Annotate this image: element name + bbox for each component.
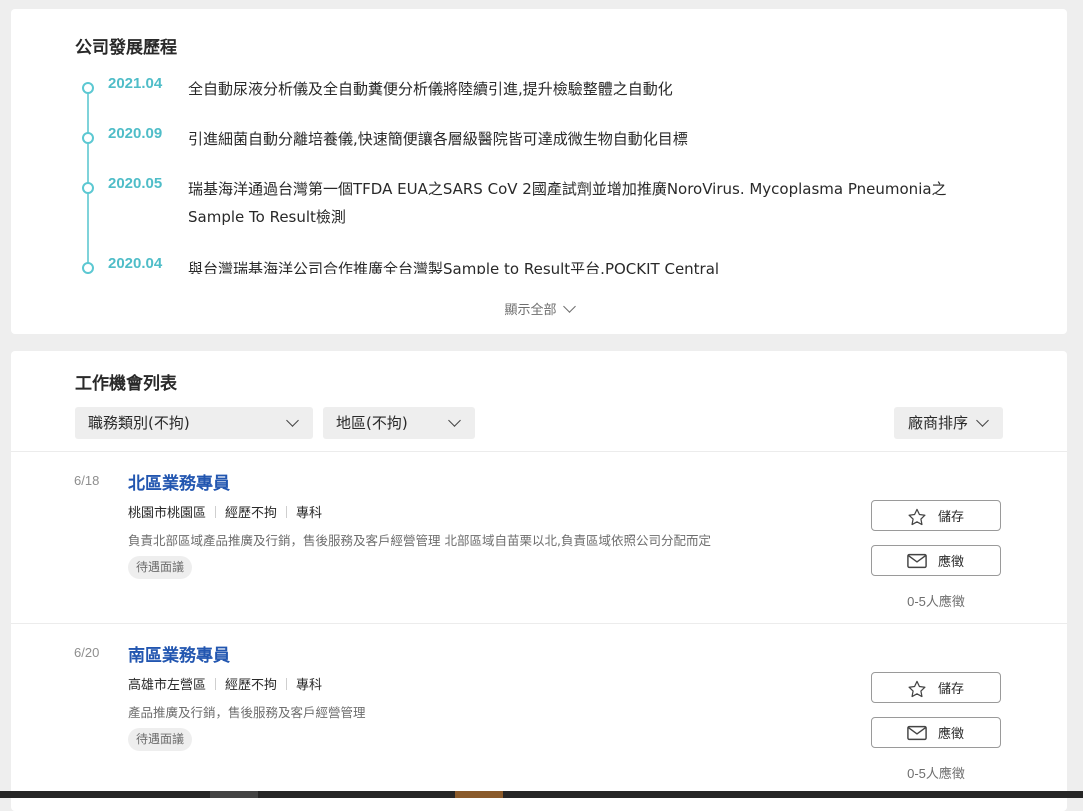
timeline: 2021.04 全自動尿液分析儀及全自動糞便分析儀將陸續引進,提升檢驗整體之自動… [71,73,1031,274]
timeline-dot-icon [82,82,94,94]
job-item: 6/18 北區業務專員 桃園市桃園區 經歷不拘 專科 負責北部區域產品推廣及行銷… [11,452,1067,622]
mail-icon [907,553,927,569]
job-item: 6/20 南區業務專員 高雄市左營區 經歷不拘 專科 產品推廣及行銷，售後服務及… [11,624,1067,794]
meta-separator [215,505,217,518]
bottom-bar-segment [210,791,258,798]
area-filter[interactable]: 地區(不拘) [323,407,475,439]
meta-separator [215,677,217,690]
save-job-button[interactable]: 儲存 [871,500,1001,531]
job-description: 負責北部區域產品推廣及行銷，售後服務及客戶經營管理 北部區域自苗栗以北,負責區域… [128,533,711,548]
job-category-filter[interactable]: 職務類別(不拘) [75,407,313,439]
chevron-down-icon [448,414,461,427]
bottom-bar [0,791,1083,798]
apply-job-label: 應徵 [937,555,964,570]
section-title-jobs: 工作機會列表 [75,374,177,394]
sort-dropdown-label: 廠商排序 [908,414,969,432]
job-title-link[interactable]: 北區業務專員 [128,469,230,494]
job-meta: 桃園市桃園區 經歷不拘 專科 [128,502,322,521]
job-post-date: 6/18 [74,473,100,488]
apply-job-button[interactable]: 應徵 [871,545,1001,576]
timeline-date: 2020.09 [108,125,163,142]
timeline-text: 引進細菌自動分離培養儀,快速簡便讓各層級醫院皆可達成微生物自動化目標 [188,130,688,148]
save-job-label: 儲存 [937,510,964,525]
chevron-down-icon [976,414,989,427]
timeline-text: 與台灣瑞基海洋公司合作推廣全台灣製Sample to Result平台.POCK… [188,260,720,274]
job-experience: 經歷不拘 [225,506,278,521]
timeline-date: 2021.04 [108,75,163,92]
job-post-date: 6/20 [74,645,100,660]
apply-job-button[interactable]: 應徵 [871,717,1001,748]
meta-separator [286,677,288,690]
timeline-date: 2020.04 [108,255,163,272]
timeline-text: 瑞基海洋通過台灣第一個TFDA EUA之SARS CoV 2國產試劑並增加推廣N… [188,180,947,226]
bottom-bar-segment [455,791,503,798]
sort-dropdown[interactable]: 廠商排序 [894,407,1003,439]
mail-icon [907,725,927,741]
show-all-button[interactable]: 顯示全部 [11,299,1067,318]
show-all-label: 顯示全部 [504,303,557,318]
section-title-history: 公司發展歷程 [75,38,177,58]
chevron-down-icon [286,414,299,427]
job-category-filter-label: 職務類別(不拘) [88,414,190,432]
area-filter-label: 地區(不拘) [336,414,408,432]
salary-badge: 待遇面議 [128,556,193,579]
timeline-text: 全自動尿液分析儀及全自動糞便分析儀將陸續引進,提升檢驗整體之自動化 [188,80,673,98]
timeline-dot-icon [82,262,94,274]
star-icon [908,508,926,526]
save-job-label: 儲存 [937,682,964,697]
star-icon [908,680,926,698]
apply-job-label: 應徵 [937,727,964,742]
job-education: 專科 [296,678,323,693]
job-location: 桃園市桃園區 [128,506,207,521]
chevron-down-icon [562,300,576,313]
job-location: 高雄市左營區 [128,678,207,693]
timeline-dot-icon [82,132,94,144]
job-description: 產品推廣及行銷，售後服務及客戶經營管理 [128,705,366,720]
salary-badge: 待遇面議 [128,728,193,751]
timeline-line [87,87,89,274]
save-job-button[interactable]: 儲存 [871,672,1001,703]
job-list-card: 工作機會列表 職務類別(不拘) 地區(不拘) 廠商排序 6/18 北區業務專員 … [11,351,1067,811]
timeline-date: 2020.05 [108,175,163,192]
timeline-dot-icon [82,182,94,194]
job-experience: 經歷不拘 [225,678,278,693]
applicant-count: 0-5人應徵 [907,594,965,609]
company-history-card: 公司發展歷程 2021.04 全自動尿液分析儀及全自動糞便分析儀將陸續引進,提升… [11,9,1067,334]
job-title-link[interactable]: 南區業務專員 [128,641,230,666]
job-education: 專科 [296,506,323,521]
job-meta: 高雄市左營區 經歷不拘 專科 [128,674,322,693]
applicant-count: 0-5人應徵 [907,766,965,781]
meta-separator [286,505,288,518]
